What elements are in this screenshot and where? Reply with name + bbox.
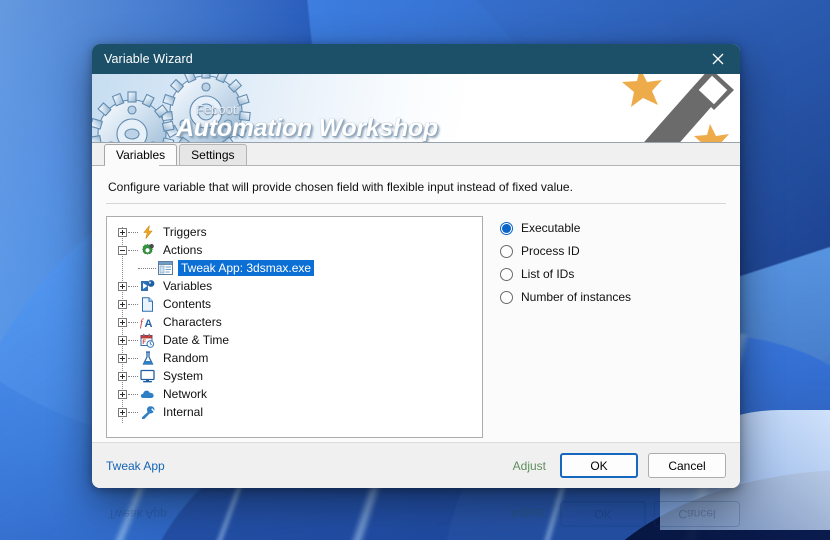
tree-connector [128,412,138,413]
variables-icon [139,278,156,294]
tree-label: Network [160,386,210,402]
tree-node-network[interactable]: Network [113,385,478,403]
tree-label: System [160,368,206,384]
window-form-icon [157,260,174,276]
radio-option-list-of-ids[interactable]: List of IDs [500,267,631,281]
svg-text:A: A [145,318,153,329]
adjust-label[interactable]: Adjust [513,459,546,473]
variable-tree[interactable]: Triggers [106,216,483,438]
radio-label: Number of instances [521,290,631,304]
wrench-icon [139,404,156,420]
radio-option-number-of-instances[interactable]: Number of instances [500,290,631,304]
expander-plus-icon[interactable] [118,390,127,399]
product-banner: Febooti Automation Workshop [92,74,740,143]
variable-wizard-dialog: Variable Wizard [92,44,740,488]
tree-connector [128,394,138,395]
tree-node-contents[interactable]: Contents [113,295,478,313]
tree-label: Variables [160,278,215,294]
tab-strip: Variables Settings [92,143,740,165]
tree-node-variables[interactable]: Variables [113,277,478,295]
svg-text:F: F [142,340,146,346]
tree-connector [128,232,138,233]
flask-icon [139,350,156,366]
tree-label: Tweak App: 3dsmax.exe [178,260,314,276]
characters-icon: f A [139,314,156,330]
description-text: Configure variable that will provide cho… [108,180,726,194]
tree-connector [128,358,138,359]
expander-plus-icon[interactable] [118,372,127,381]
radio-indicator[interactable] [500,291,513,304]
magic-wand-icon [606,74,740,143]
radio-option-process-id[interactable]: Process ID [500,244,631,258]
tree-label: Actions [160,242,205,258]
tree-node-triggers[interactable]: Triggers [113,223,478,241]
svg-text:f: f [140,318,144,329]
title-bar[interactable]: Variable Wizard [92,44,740,74]
expander-plus-icon[interactable] [118,336,127,345]
radio-label: Executable [521,221,580,235]
tree-node-characters[interactable]: f A Characters [113,313,478,331]
tree-connector [128,250,138,251]
tab-variables[interactable]: Variables [104,144,177,165]
lightning-bolt-icon [139,224,156,240]
expander-plus-icon[interactable] [118,354,127,363]
document-icon [139,296,156,312]
close-icon[interactable] [696,44,740,74]
tree-label: Triggers [160,224,210,240]
dialog-footer: Tweak App Adjust OK Cancel [92,442,740,488]
tree-connector [128,376,138,377]
gear-icon [139,242,156,258]
tree-node-random[interactable]: Random [113,349,478,367]
cancel-button[interactable]: Cancel [648,453,726,478]
radio-label: List of IDs [521,267,574,281]
tree-connector [128,322,138,323]
expander-plus-icon[interactable] [118,300,127,309]
tab-settings[interactable]: Settings [179,144,246,165]
divider [106,203,726,204]
tab-active-connector [105,165,159,167]
tree-connector [128,286,138,287]
tree-label: Contents [160,296,214,312]
tree-connector [128,340,138,341]
expander-minus-icon[interactable] [118,246,127,255]
tree-node-date-time[interactable]: F Date & Time [113,331,478,349]
tweak-app-link[interactable]: Tweak App [106,459,165,473]
radio-label: Process ID [521,244,580,258]
radio-indicator[interactable] [500,268,513,281]
radio-indicator[interactable] [500,222,513,235]
content-panel: Configure variable that will provide cho… [92,165,740,442]
window-title: Variable Wizard [104,52,193,66]
cloud-icon [139,386,156,402]
desktop-background: Tweak App Adjust OK Cancel Variable Wiza… [0,0,830,540]
tree-node-tweak-app[interactable]: Tweak App: 3dsmax.exe [113,259,478,277]
variable-options: Executable Process ID List of IDs Number… [500,216,631,442]
tree-connector [128,304,138,305]
brand-title: Automation Workshop [176,116,438,141]
footer-actions: Adjust OK Cancel [513,453,726,478]
tree-label: Random [160,350,211,366]
monitor-icon [139,368,156,384]
expander-plus-icon[interactable] [118,282,127,291]
tree-node-system[interactable]: System [113,367,478,385]
radio-indicator[interactable] [500,245,513,258]
panes: Triggers [106,216,726,442]
calendar-clock-icon: F [139,332,156,348]
tree-connector [138,268,156,269]
expander-plus-icon[interactable] [118,408,127,417]
expander-plus-icon[interactable] [118,318,127,327]
ok-button[interactable]: OK [560,453,638,478]
expander-plus-icon[interactable] [118,228,127,237]
tree-node-internal[interactable]: Internal [113,403,478,421]
radio-option-executable[interactable]: Executable [500,221,631,235]
tree-label: Internal [160,404,206,420]
tree-label: Characters [160,314,225,330]
tree-label: Date & Time [160,332,232,348]
tree-node-actions[interactable]: Actions [113,241,478,259]
